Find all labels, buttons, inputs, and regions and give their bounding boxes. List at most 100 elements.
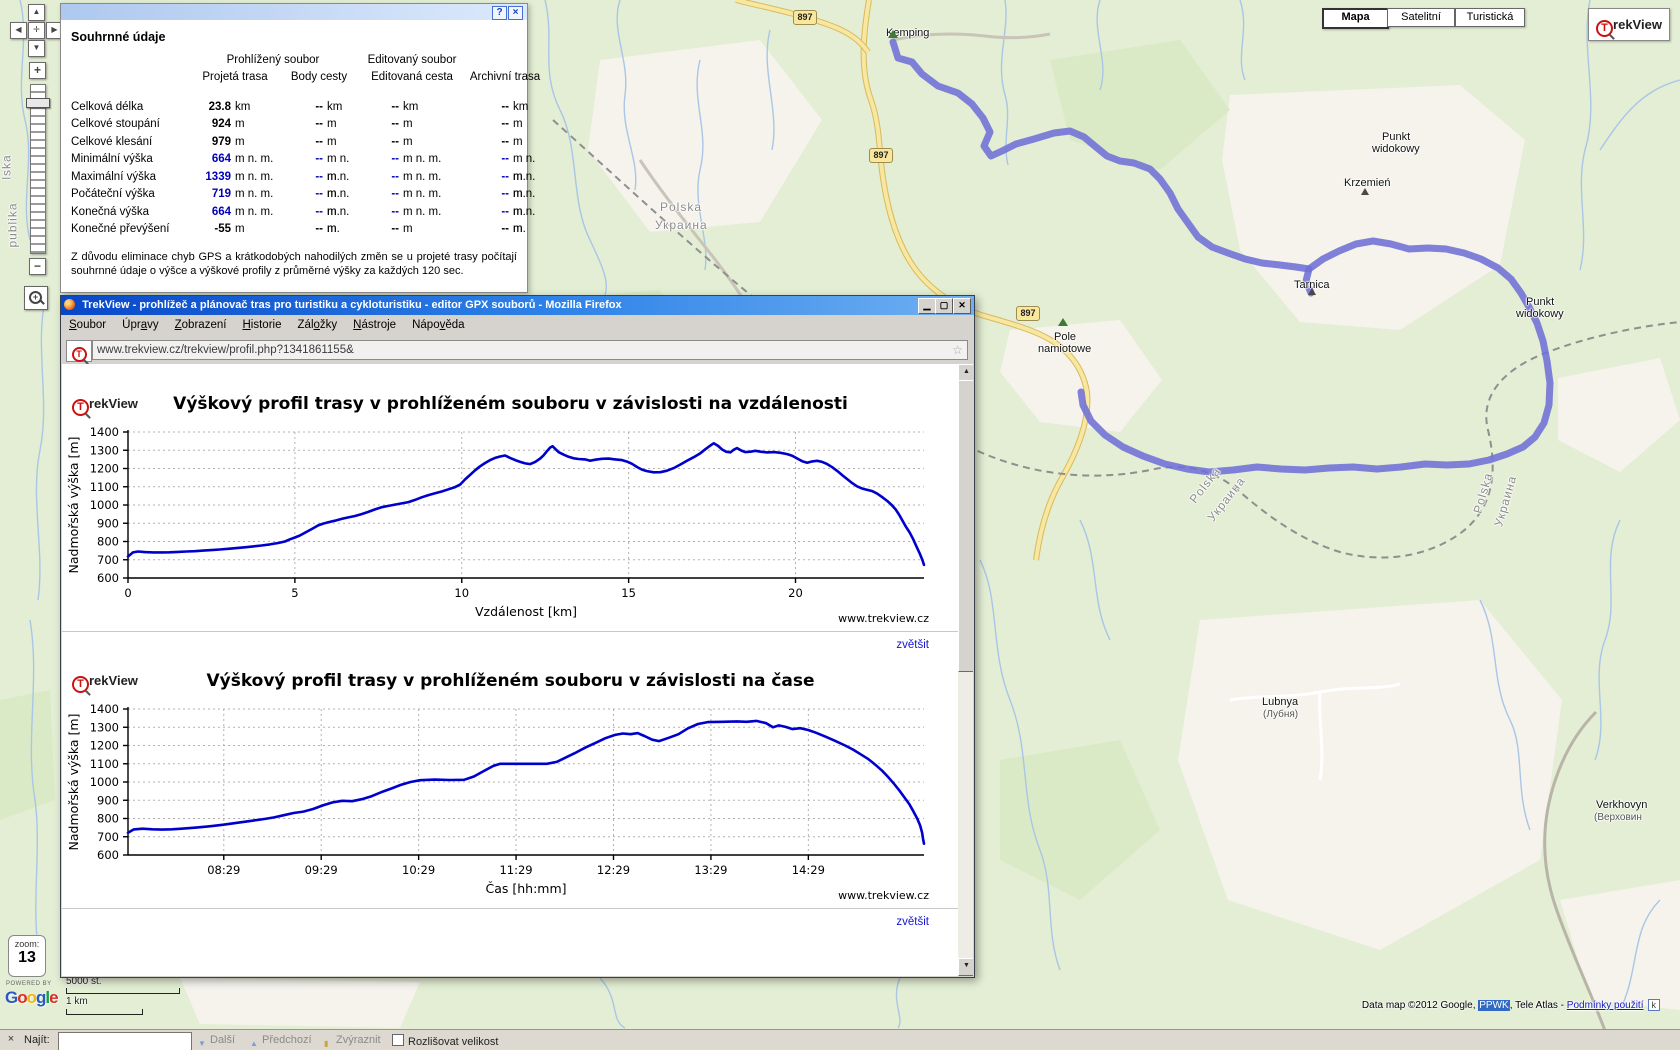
svg-text:20: 20 [788,586,803,600]
zoom-level-value: 13 [9,949,45,967]
map-label--: (Лубня) [1263,709,1298,720]
svg-text:700: 700 [97,830,119,844]
svg-text:Nadmořská výška [m]: Nadmořská výška [m] [66,714,81,851]
map-label--: (Верховин [1594,812,1642,823]
menu-zobrazen[interactable]: Zobrazení [167,319,235,331]
powered-by-label: POWERED BY [6,981,52,987]
enlarge-link-time[interactable]: zvětšit [896,916,929,928]
map-type-mapa[interactable]: Mapa [1322,8,1389,29]
col-header: Projetá trasa [189,69,281,86]
summary-value: --km [467,99,543,117]
map-label-namiotowe: namiotowe [1038,343,1091,355]
zoom-in-button[interactable]: + [29,62,46,79]
time-profile-section: TrekView Výškový profil trasy v prohlíže… [62,667,959,936]
trekview-map-logo[interactable]: TrekView [1588,8,1670,41]
find-highlight-button[interactable]: ▮Zvýraznit [322,1032,381,1048]
col-header: Archivní trasa [467,69,543,86]
menu-nstroje[interactable]: Nástroje [345,319,404,331]
vertical-scrollbar[interactable]: ▲ ▼ [958,364,973,976]
road-shield-897: 897 [869,148,893,163]
map-label-widokowy: widokowy [1516,308,1564,320]
summary-value: --m [467,116,543,134]
scrollbar-thumb[interactable] [958,380,973,672]
svg-text:600: 600 [97,571,119,585]
map-label-lubnya: Lubnya [1262,696,1298,708]
highlighter-icon: ▮ [324,1036,328,1050]
minimize-button[interactable]: ▁ [918,298,936,314]
svg-text:11:29: 11:29 [499,863,532,877]
svg-text:600: 600 [97,848,119,862]
map-type-satelitni[interactable]: Satelitní [1387,8,1455,27]
menu-historie[interactable]: Historie [234,319,289,331]
close-button[interactable]: ✕ [953,298,971,314]
summary-value: --km [281,99,357,117]
panel-help-button[interactable]: ? [492,6,507,20]
scale-bar-feet [66,988,180,994]
magnifier-tool-button[interactable]: + [24,286,48,310]
map-label-punkt: Punkt [1382,131,1410,143]
map-label--: Украина [655,218,708,232]
mountain-peak-icon [1361,188,1369,195]
svg-text:1200: 1200 [90,462,119,476]
screen: KempingPunktwidokowyKrzemieńTarnicaPunkt… [0,0,1680,1050]
bookmark-star-icon[interactable]: ☆ [952,341,963,359]
summary-value: --m [467,221,543,239]
group-header-viewed-file: Prohlížený soubor [189,52,357,69]
svg-text:1100: 1100 [90,480,119,494]
map-type-turisticka[interactable]: Turistická [1455,8,1525,27]
map-label-pole: Pole [1054,331,1076,343]
summary-value: --km [357,99,467,117]
zoom-slider[interactable] [30,84,46,254]
pan-left-button[interactable]: ◀ [10,22,27,39]
col-header: Body cesty [281,69,357,86]
pan-up-button[interactable]: ▲ [28,4,45,21]
svg-text:0: 0 [124,586,131,600]
find-previous-button[interactable]: ▲Předchozí [248,1032,312,1048]
map-label-lska: lska [0,154,14,179]
svg-text:900: 900 [97,793,119,807]
find-input[interactable] [58,1032,192,1050]
road-shield-897: 897 [793,10,817,25]
summary-row: Celkové klesání979m--m--m--m [71,134,517,152]
svg-text:15: 15 [621,586,636,600]
svg-text:1100: 1100 [90,757,119,771]
pan-center-button[interactable]: ✛ [28,22,45,39]
menu-zloky[interactable]: Záložky [290,319,346,331]
panel-close-button[interactable]: × [508,6,523,20]
summary-note: Z důvodu eliminace chyb GPS a krátkodobý… [71,250,517,278]
summary-row: Maximální výška1339m n. m.--m n. m.--m n… [71,169,517,187]
zoom-slider-handle[interactable] [26,98,50,108]
summary-panel: ? × Souhrnné údaje Prohlížený soubor Edi… [60,3,528,293]
summary-row: Počáteční výška719m n. m.--m n. m.--m n.… [71,186,517,204]
map-label-verkhovyn: Verkhovyn [1596,799,1647,811]
svg-text:5: 5 [291,586,298,600]
find-next-button[interactable]: ▼Další [196,1032,235,1048]
url-field[interactable]: www.trekview.cz/trekview/profil.php?1341… [92,340,968,360]
svg-text:1300: 1300 [90,720,119,734]
menu-soubor[interactable]: Soubor [61,319,114,331]
elevation-distance-chart: 6007008009001000110012001300140005101520… [62,420,942,636]
keyboard-hint: k [1648,999,1661,1011]
enlarge-link-distance[interactable]: zvětšit [896,639,929,651]
maximize-button[interactable]: ▢ [935,298,953,314]
summary-row: Celkové stoupání924m--m--m--m [71,116,517,134]
find-highlight: PPWK [1478,1000,1509,1011]
find-close-button[interactable]: × [4,1033,18,1047]
navigation-bar: T www.trekview.cz/trekview/profil.php?13… [61,336,974,364]
elevation-line [128,443,924,565]
browser-window: TrekView - prohlížeč a plánovač tras pro… [60,295,975,978]
pan-down-button[interactable]: ▼ [28,40,45,57]
terms-link[interactable]: Podmínky použití [1567,1000,1644,1011]
svg-text:1200: 1200 [90,739,119,753]
menu-pravy[interactable]: Úpravy [114,319,166,331]
window-titlebar[interactable]: TrekView - prohlížeč a plánovač tras pro… [61,296,974,315]
svg-text:09:29: 09:29 [305,863,338,877]
scroll-down-button[interactable]: ▼ [958,958,973,976]
svg-text:08:29: 08:29 [207,863,240,877]
svg-text:Nadmořská výška [m]: Nadmořská výška [m] [66,437,81,574]
map-label-punkt: Punkt [1526,296,1554,308]
menu-npovda[interactable]: Nápověda [404,319,473,331]
match-case-checkbox[interactable]: Rozlišovat velikost [392,1034,498,1048]
zoom-out-button[interactable]: − [29,258,46,275]
site-favicon[interactable]: T [66,340,92,362]
